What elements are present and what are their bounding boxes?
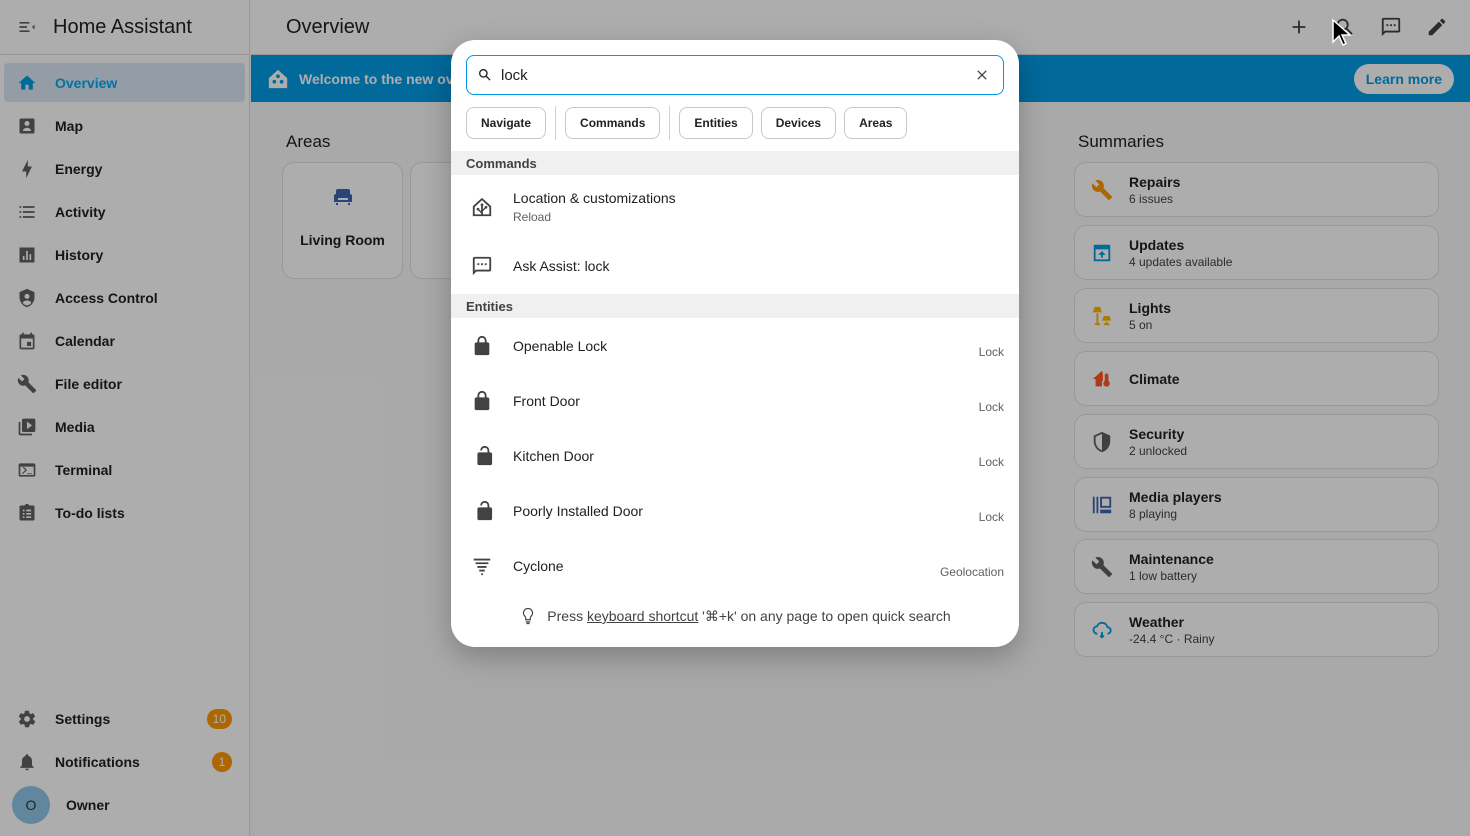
group-header-entities: Entities	[451, 294, 1019, 318]
result-item[interactable]: Ask Assist: lock	[451, 238, 1019, 293]
result-primary: Poorly Installed Door	[513, 502, 643, 519]
result-domain: Lock	[978, 399, 1004, 414]
mouse-cursor-icon	[1332, 18, 1352, 47]
close-icon[interactable]	[967, 60, 997, 90]
chip-commands[interactable]: Commands	[565, 107, 661, 139]
result-item[interactable]: Openable Lock Lock	[451, 318, 1019, 373]
lock-open-icon	[470, 499, 494, 523]
result-domain: Lock	[978, 344, 1004, 359]
chip-devices[interactable]: Devices	[760, 107, 837, 139]
result-item[interactable]: Front Door Lock	[451, 373, 1019, 428]
search-field	[466, 55, 1004, 95]
chip-areas[interactable]: Areas	[844, 107, 908, 139]
lightbulb-icon	[523, 607, 534, 625]
chip-navigate[interactable]: Navigate	[466, 107, 547, 139]
result-primary: Ask Assist: lock	[513, 257, 610, 274]
keyboard-shortcut-link[interactable]: keyboard shortcut	[587, 608, 698, 624]
result-item[interactable]: Location & customizations Reload	[451, 179, 1019, 234]
lock-open-icon	[470, 444, 494, 468]
filter-chips: Navigate Commands Entities Devices Areas	[466, 106, 915, 140]
chat-icon	[470, 254, 494, 278]
result-secondary: Reload	[513, 209, 552, 224]
home-assistant-icon	[470, 195, 494, 219]
result-primary: Cyclone	[513, 557, 564, 574]
result-primary: Location & customizations	[513, 189, 676, 206]
quick-search-tip: Press keyboard shortcut '⌘+k' on any pag…	[451, 606, 1019, 626]
search-icon	[479, 69, 491, 81]
search-input[interactable]	[501, 66, 967, 84]
result-primary: Front Door	[513, 392, 580, 409]
lock-icon	[470, 334, 494, 358]
result-item[interactable]: Cyclone Geolocation	[451, 538, 1019, 593]
chip-entities[interactable]: Entities	[679, 107, 753, 139]
quick-search-dialog: Navigate Commands Entities Devices Areas…	[451, 40, 1019, 647]
lock-icon	[470, 389, 494, 413]
cyclone-icon	[470, 554, 494, 578]
tip-before: Press	[547, 608, 587, 624]
chip-divider	[669, 106, 671, 140]
result-primary: Openable Lock	[513, 337, 608, 354]
result-domain: Lock	[978, 509, 1004, 524]
chip-divider	[555, 106, 557, 140]
result-primary: Kitchen Door	[513, 447, 594, 464]
tip-after: '⌘+k' on any page to open quick search	[698, 607, 951, 624]
group-header-commands: Commands	[451, 151, 1019, 175]
result-domain: Geolocation	[939, 564, 1004, 579]
result-domain: Lock	[978, 454, 1004, 469]
result-item[interactable]: Kitchen Door Lock	[451, 428, 1019, 483]
result-item[interactable]: Poorly Installed Door Lock	[451, 483, 1019, 538]
